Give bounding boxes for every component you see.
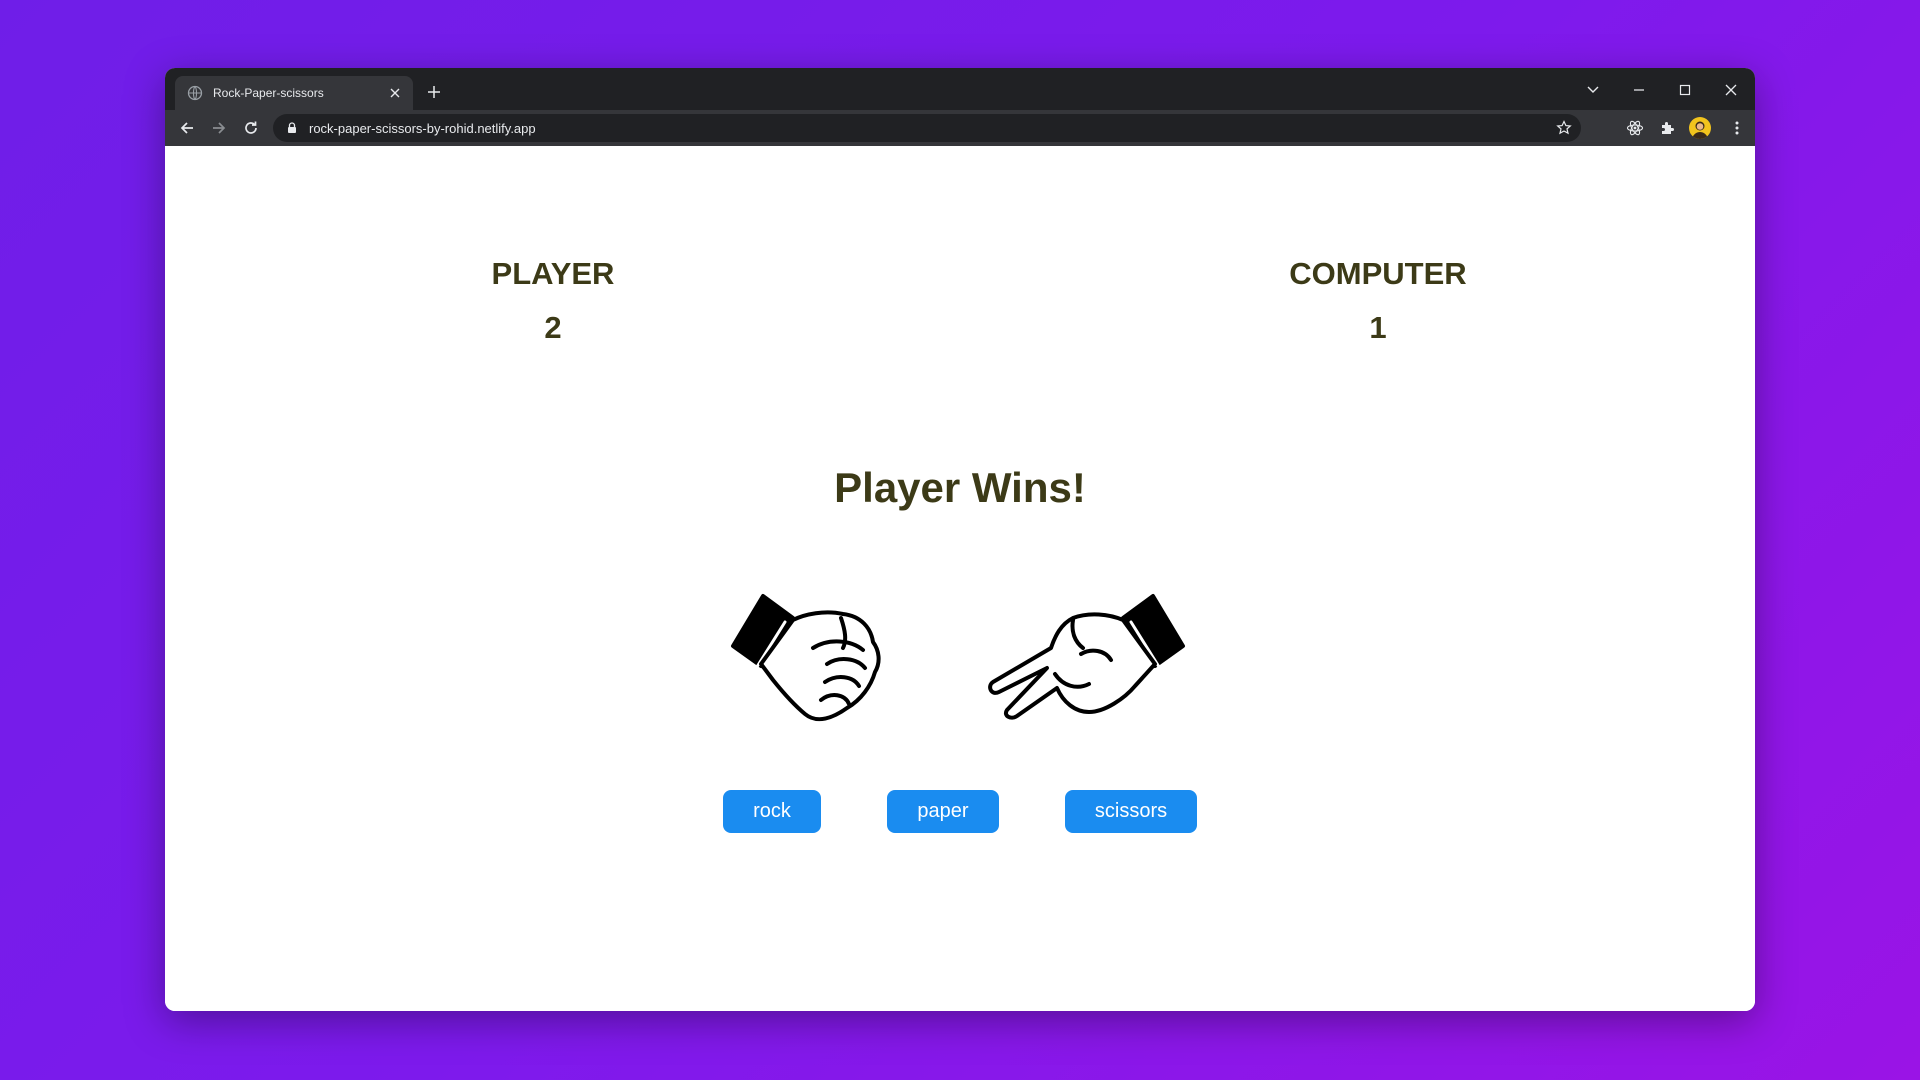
minimize-icon[interactable] bbox=[1629, 80, 1649, 100]
scissors-button[interactable]: scissors bbox=[1065, 790, 1197, 833]
plus-icon[interactable] bbox=[424, 82, 444, 102]
atom-icon[interactable] bbox=[1625, 118, 1645, 138]
browser-toolbar: rock-paper-scissors-by-rohid.netlify.app bbox=[165, 110, 1755, 146]
url-text: rock-paper-scissors-by-rohid.netlify.app bbox=[309, 120, 536, 136]
browser-tab[interactable]: Rock-Paper-scissors bbox=[175, 76, 413, 110]
address-bar[interactable]: rock-paper-scissors-by-rohid.netlify.app bbox=[273, 114, 1581, 142]
computer-hand-scissors-icon bbox=[985, 578, 1195, 738]
puzzle-icon[interactable] bbox=[1657, 118, 1677, 138]
computer-score: 1 bbox=[1369, 310, 1387, 345]
player-hand-rock-icon bbox=[721, 578, 931, 738]
lock-icon bbox=[285, 121, 299, 135]
kebab-menu-icon[interactable] bbox=[1727, 118, 1747, 138]
paper-button[interactable]: paper bbox=[887, 790, 999, 833]
chevron-down-icon[interactable] bbox=[1583, 80, 1603, 100]
close-icon[interactable] bbox=[387, 85, 403, 101]
player-label: PLAYER bbox=[491, 256, 615, 291]
rock-button[interactable]: rock bbox=[723, 790, 821, 833]
avatar[interactable] bbox=[1689, 117, 1711, 139]
browser-window: Rock-Paper-scissors rock-paper-scissors-… bbox=[165, 68, 1755, 1011]
computer-label: COMPUTER bbox=[1289, 256, 1467, 291]
maximize-icon[interactable] bbox=[1675, 80, 1695, 100]
close-window-icon[interactable] bbox=[1721, 80, 1741, 100]
back-icon[interactable] bbox=[177, 118, 197, 138]
globe-icon bbox=[187, 85, 203, 101]
forward-icon[interactable] bbox=[209, 118, 229, 138]
title-bar: Rock-Paper-scissors bbox=[165, 68, 1755, 110]
tab-title: Rock-Paper-scissors bbox=[213, 86, 324, 100]
reload-icon[interactable] bbox=[241, 118, 261, 138]
star-icon[interactable] bbox=[1555, 119, 1573, 137]
player-score: 2 bbox=[544, 310, 562, 345]
page-content: PLAYER 2 COMPUTER 1 Player Wins! rock pa… bbox=[165, 146, 1755, 1011]
result-message: Player Wins! bbox=[834, 464, 1086, 511]
